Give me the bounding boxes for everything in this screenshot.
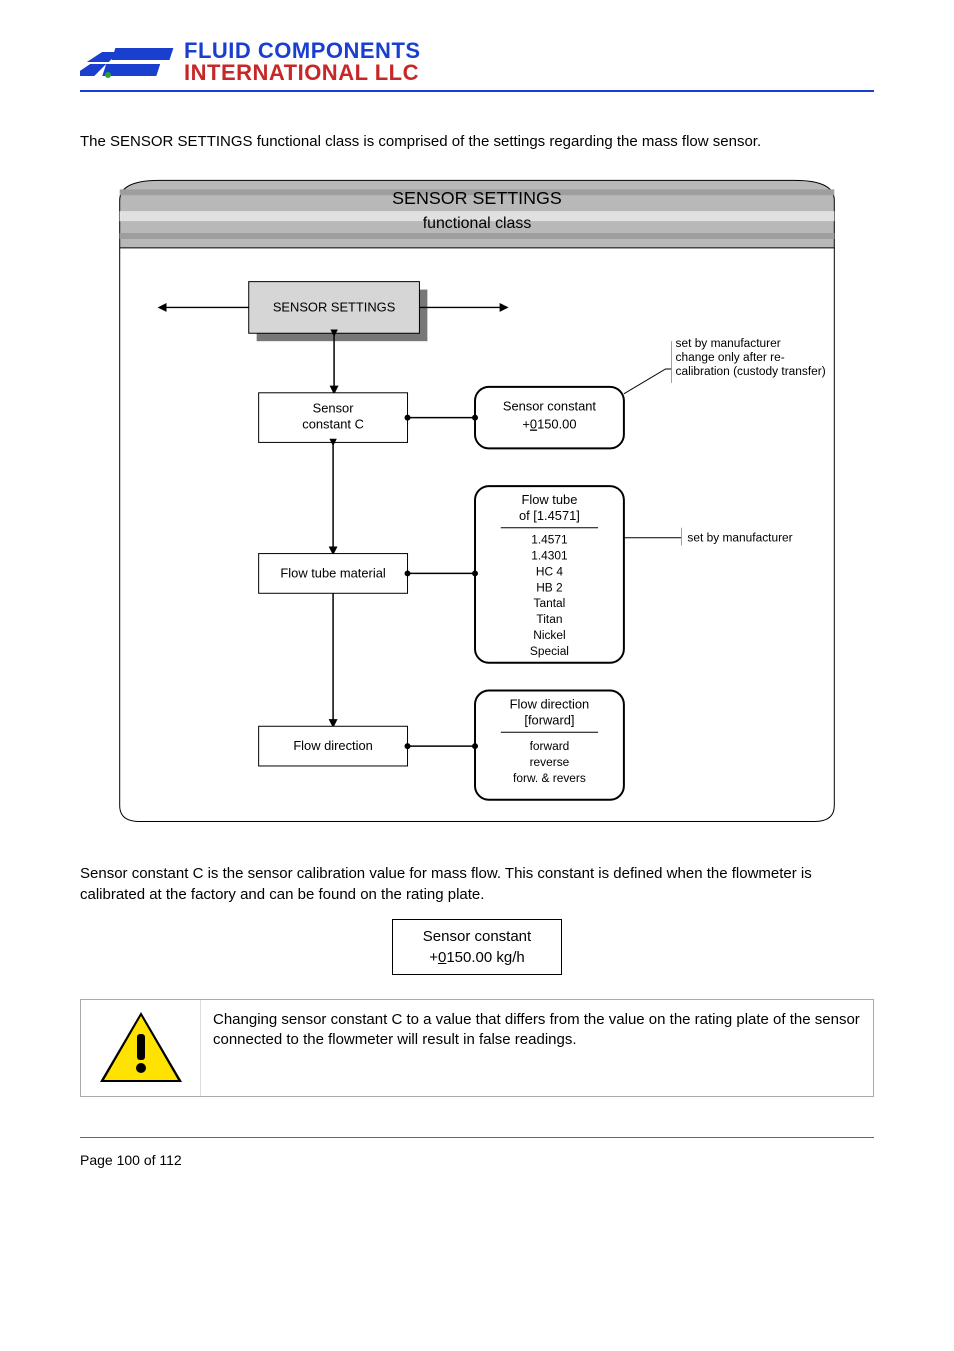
svg-text:Flow direction: Flow direction xyxy=(293,738,373,753)
body-paragraph: Sensor constant C is the sensor calibrat… xyxy=(80,864,874,905)
intro-paragraph: The SENSOR SETTINGS functional class is … xyxy=(80,132,874,152)
svg-text:Flow tube material: Flow tube material xyxy=(280,566,385,581)
svg-text:forward: forward xyxy=(530,739,570,753)
svg-text:of [1.4571]: of [1.4571] xyxy=(519,508,580,523)
svg-text:1.4571: 1.4571 xyxy=(531,533,568,547)
svg-text:Sensor constant: Sensor constant xyxy=(503,399,597,414)
svg-text:1.4301: 1.4301 xyxy=(531,549,568,563)
row1-left-line2: constant C xyxy=(302,417,364,432)
header-divider xyxy=(80,90,874,92)
svg-text:calibration (custody transfer): calibration (custody transfer) xyxy=(676,364,826,378)
logo-line2: INTERNATIONAL LLC xyxy=(184,62,421,84)
svg-text:SENSOR SETTINGS: SENSOR SETTINGS xyxy=(392,188,562,208)
svg-text:Tantal: Tantal xyxy=(534,596,566,610)
svg-text:HB 2: HB 2 xyxy=(536,581,563,595)
svg-text:set by manufacturer: set by manufacturer xyxy=(687,531,792,545)
svg-text:set by manufacturer: set by manufacturer xyxy=(676,336,781,350)
svg-text:functional class: functional class xyxy=(423,215,532,232)
valuebox-line2: +0150.00 kg/h xyxy=(403,947,551,968)
warning-text: Changing sensor constant C to a value th… xyxy=(201,1000,873,1096)
svg-text:forw. & revers: forw. & revers xyxy=(513,771,586,785)
svg-text:[forward]: [forward] xyxy=(524,713,574,728)
svg-text:change only after re-: change only after re- xyxy=(676,350,785,364)
svg-text:+0150.00: +0150.00 xyxy=(522,417,576,432)
page-number: Page 100 of 112 xyxy=(80,1152,874,1168)
sensor-constant-valuebox: Sensor constant +0150.00 kg/h xyxy=(392,919,562,975)
svg-text:reverse: reverse xyxy=(530,755,570,769)
logo-line1: FLUID COMPONENTS xyxy=(184,40,421,62)
row1-left-line1: Sensor xyxy=(313,401,355,416)
svg-text:Nickel: Nickel xyxy=(533,628,565,642)
footer-divider xyxy=(80,1137,874,1138)
svg-text:Special: Special xyxy=(530,644,569,658)
valuebox-line1: Sensor constant xyxy=(403,926,551,947)
svg-text:Flow direction: Flow direction xyxy=(510,697,590,712)
warning-icon xyxy=(96,1008,186,1088)
sensor-settings-diagram: SENSOR SETTINGS functional class SENSOR … xyxy=(80,168,874,828)
svg-text:HC 4: HC 4 xyxy=(536,565,564,579)
svg-text:Flow tube: Flow tube xyxy=(522,492,578,507)
svg-text:Titan: Titan xyxy=(536,612,562,626)
fci-logo-mark xyxy=(80,40,176,84)
warning-block: Changing sensor constant C to a value th… xyxy=(80,999,874,1097)
svg-text:SENSOR SETTINGS: SENSOR SETTINGS xyxy=(273,300,395,315)
brand-logo: FLUID COMPONENTS INTERNATIONAL LLC xyxy=(80,40,874,84)
